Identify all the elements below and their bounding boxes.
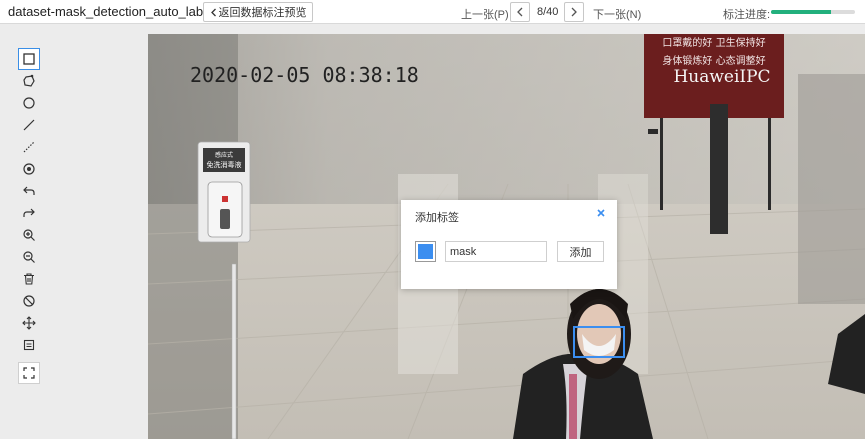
square-icon — [23, 53, 35, 65]
banner-brand-text: HuaweiIPC — [673, 67, 770, 87]
fit-screen-tool[interactable] — [18, 362, 40, 384]
prev-image-label[interactable]: 上一张(P) — [461, 6, 509, 22]
progress-fill — [771, 10, 832, 14]
zoom-in-tool[interactable] — [18, 224, 40, 246]
move-tool[interactable] — [18, 312, 40, 334]
dataset-title: dataset-mask_detection_auto_labeling — [8, 4, 231, 19]
add-label-dialog: 添加标签 添加 — [401, 200, 617, 289]
banner-line-2: 身体锻炼好 心态调整好 — [662, 54, 765, 67]
zoom-out-tool[interactable] — [18, 246, 40, 268]
banner-line-1: 口罩戴的好 卫生保持好 — [662, 36, 765, 49]
eye-off-icon — [23, 295, 35, 307]
rectangle-tool[interactable] — [18, 48, 40, 70]
move-icon — [22, 316, 36, 330]
line-icon — [23, 119, 35, 131]
zoom-in-icon — [23, 229, 35, 241]
timestamp-overlay: 2020-02-05 08:38:18 — [190, 63, 419, 87]
point-tool[interactable] — [18, 158, 40, 180]
add-label-button[interactable]: 添加 — [557, 241, 604, 262]
top-bar: dataset-mask_detection_auto_labeling 返回数… — [0, 0, 865, 24]
list-icon — [23, 339, 35, 351]
label-list-tool[interactable] — [18, 334, 40, 356]
sign-small-text: 感应式 — [215, 151, 233, 159]
back-to-preview-button[interactable]: 返回数据标注预览 — [203, 2, 313, 22]
polygon-icon — [23, 74, 35, 87]
label-name-input[interactable] — [445, 241, 547, 262]
chevron-left-icon — [210, 8, 216, 16]
undo-tool[interactable] — [18, 180, 40, 202]
progress-label: 标注进度: — [723, 9, 771, 21]
line-tool[interactable] — [18, 114, 40, 136]
close-icon[interactable] — [595, 207, 607, 219]
sign-main-text: 免洗消毒液 — [207, 160, 242, 169]
redo-icon — [23, 208, 35, 217]
dashed-line-icon — [23, 141, 35, 153]
label-color-swatch[interactable] — [415, 241, 436, 262]
chevron-right-icon — [571, 7, 577, 17]
back-button-label: 返回数据标注预览 — [218, 7, 307, 19]
progress-bar — [771, 10, 855, 14]
undo-icon — [23, 186, 35, 195]
trash-icon — [24, 273, 34, 285]
point-icon — [23, 163, 35, 175]
color-swatch-fill — [418, 244, 433, 259]
prev-image-button[interactable] — [510, 2, 530, 22]
delete-tool[interactable] — [18, 268, 40, 290]
zoom-out-icon — [23, 251, 35, 263]
next-image-button[interactable] — [564, 2, 584, 22]
dialog-title: 添加标签 — [415, 212, 459, 224]
page-indicator: 8/40 — [537, 6, 559, 18]
fit-screen-icon — [23, 367, 35, 379]
circle-tool[interactable] — [18, 92, 40, 114]
dashed-line-tool[interactable] — [18, 136, 40, 158]
annotation-toolbar — [18, 48, 42, 384]
chevron-left-icon — [517, 7, 523, 17]
redo-tool[interactable] — [18, 202, 40, 224]
circle-icon — [23, 97, 35, 109]
hide-tool[interactable] — [18, 290, 40, 312]
polygon-tool[interactable] — [18, 70, 40, 92]
next-image-label[interactable]: 下一张(N) — [593, 6, 641, 22]
